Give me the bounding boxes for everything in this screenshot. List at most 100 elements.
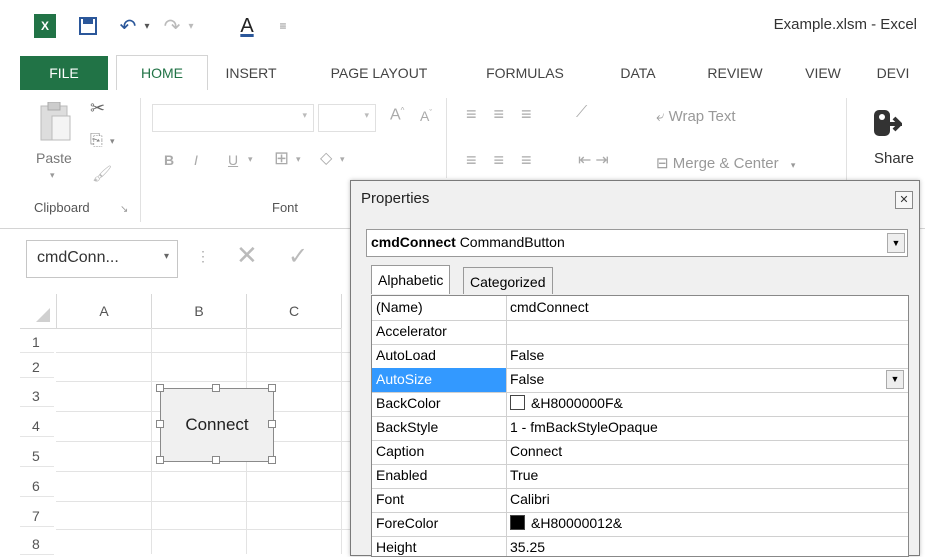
tab-page-layout[interactable]: PAGE LAYOUT [312, 56, 446, 90]
row-header-8[interactable]: 8 [20, 530, 54, 555]
property-row[interactable]: Caption Connect [372, 440, 908, 465]
share-icon[interactable] [872, 104, 905, 140]
underline-dropdown-icon[interactable]: ▾ [248, 154, 253, 165]
resize-handle[interactable] [156, 384, 164, 392]
shrink-font-icon[interactable]: Aˇ [420, 108, 432, 124]
cancel-entry-icon[interactable]: ✕ [236, 240, 258, 271]
name-box-dropdown-icon[interactable]: ▾ [164, 251, 169, 262]
connect-command-button[interactable]: Connect [160, 388, 274, 462]
wrap-text-button[interactable]: ⤶ Wrap Text [656, 108, 736, 125]
copy-dropdown-icon[interactable]: ▾ [110, 136, 115, 147]
property-row[interactable]: BackColor &H8000000F& [372, 392, 908, 417]
resize-handle[interactable] [268, 456, 276, 464]
property-value[interactable]: False [510, 347, 544, 363]
clipboard-group-label: Clipboard [34, 200, 90, 215]
name-box[interactable]: cmdConn... ▾ [26, 240, 178, 278]
tab-home[interactable]: HOME [116, 55, 208, 92]
format-painter-icon[interactable]: 🖌 [92, 164, 112, 184]
tab-developer[interactable]: DEVI [868, 56, 918, 90]
clipboard-launcher-icon[interactable]: ↘ [120, 204, 128, 215]
cut-icon[interactable]: ✂ [90, 98, 105, 119]
undo-icon[interactable]: ↶ [116, 14, 140, 38]
font-size-box[interactable]: ▾ [318, 104, 376, 132]
redo-dropdown-icon[interactable]: ▾ [184, 14, 198, 38]
save-icon[interactable] [76, 14, 100, 38]
borders-dropdown-icon[interactable]: ▾ [296, 154, 301, 165]
tab-insert[interactable]: INSERT [214, 56, 288, 90]
property-value[interactable]: cmdConnect [510, 299, 589, 315]
font-name-dropdown-icon[interactable]: ▾ [302, 110, 307, 121]
property-value[interactable]: &H8000000F& [510, 395, 623, 411]
orientation-icon[interactable]: ⟋ [576, 104, 587, 122]
title-bar: X ↶ ▾ ↷ ▾ A ≡ Example.xlsm - Excel [0, 0, 925, 56]
select-all-corner[interactable] [20, 294, 57, 329]
close-icon[interactable]: ✕ [895, 191, 913, 209]
row-header-3[interactable]: 3 [20, 382, 54, 407]
property-row[interactable]: Font Calibri [372, 488, 908, 513]
bold-button[interactable]: B [164, 152, 174, 168]
merge-center-dropdown-icon[interactable]: ▾ [791, 160, 796, 170]
tab-categorized[interactable]: Categorized [463, 267, 553, 294]
tab-alphabetic[interactable]: Alphabetic [371, 265, 451, 294]
tab-view[interactable]: VIEW [798, 56, 848, 90]
horizontal-align-icons[interactable]: ≡ ≡ ≡ [466, 150, 538, 171]
font-color-qat-icon[interactable]: A [236, 14, 258, 38]
resize-handle[interactable] [212, 384, 220, 392]
copy-icon[interactable]: ⎘ [90, 132, 103, 150]
property-row[interactable]: (Name) cmdConnect [372, 296, 908, 321]
row-header-2[interactable]: 2 [20, 353, 54, 378]
top-align-icons[interactable]: ≡ ≡ ≡ [466, 104, 538, 125]
property-row[interactable]: ForeColor &H80000012& [372, 512, 908, 537]
row-header-6[interactable]: 6 [20, 472, 54, 497]
column-header-b[interactable]: B [152, 294, 247, 329]
property-row[interactable]: AutoLoad False [372, 344, 908, 369]
merge-center-button[interactable]: ⊟ Merge & Center ▾ [656, 154, 795, 172]
object-selector[interactable]: cmdConnect CommandButton ▼ [366, 229, 908, 257]
property-row[interactable]: Enabled True [372, 464, 908, 489]
italic-button[interactable]: I [194, 152, 198, 168]
resize-handle[interactable] [156, 456, 164, 464]
property-value[interactable]: Calibri [510, 491, 550, 507]
resize-handle[interactable] [268, 420, 276, 428]
property-value[interactable]: Connect [510, 443, 562, 459]
property-value[interactable]: False [510, 371, 544, 387]
resize-handle[interactable] [268, 384, 276, 392]
fill-color-dropdown-icon[interactable]: ▾ [340, 154, 345, 165]
property-value[interactable]: 35.25 [510, 539, 545, 555]
row-header-7[interactable]: 7 [20, 502, 54, 527]
property-value[interactable]: 1 - fmBackStyleOpaque [510, 419, 658, 435]
row-header-5[interactable]: 5 [20, 442, 54, 467]
resize-handle[interactable] [156, 420, 164, 428]
customize-qat-icon[interactable]: ≡ [276, 14, 290, 38]
fill-color-icon[interactable]: ◇ [320, 148, 332, 168]
chevron-down-icon[interactable]: ▼ [887, 233, 905, 253]
share-label[interactable]: Share [874, 150, 914, 167]
resize-handle[interactable] [212, 456, 220, 464]
font-size-dropdown-icon[interactable]: ▾ [364, 110, 369, 121]
tab-file[interactable]: FILE [20, 56, 108, 90]
property-row-selected[interactable]: AutoSize False ▼ [372, 368, 908, 393]
enter-entry-icon[interactable]: ✓ [288, 242, 308, 271]
grow-font-icon[interactable]: A^ [390, 106, 404, 124]
indent-icons[interactable]: ⇤⇥ [578, 150, 613, 170]
tab-review[interactable]: REVIEW [694, 56, 776, 90]
borders-icon[interactable]: ⊞ [274, 148, 289, 169]
chevron-down-icon[interactable]: ▼ [886, 370, 904, 389]
column-header-a[interactable]: A [57, 294, 152, 329]
property-row[interactable]: BackStyle 1 - fmBackStyleOpaque [372, 416, 908, 441]
underline-button[interactable]: U [228, 152, 238, 168]
paste-icon[interactable] [38, 101, 74, 144]
redo-icon[interactable]: ↷ [160, 14, 184, 38]
tab-formulas[interactable]: FORMULAS [470, 56, 580, 90]
undo-dropdown-icon[interactable]: ▾ [140, 14, 154, 38]
column-header-c[interactable]: C [247, 294, 342, 329]
property-value[interactable]: True [510, 467, 538, 483]
row-header-4[interactable]: 4 [20, 412, 54, 437]
paste-label[interactable]: Paste [36, 150, 72, 166]
paste-dropdown-icon[interactable]: ▾ [50, 170, 55, 181]
row-header-1[interactable]: 1 [20, 328, 54, 353]
font-name-box[interactable]: ▾ [152, 104, 314, 132]
property-value[interactable]: &H80000012& [510, 515, 622, 531]
tab-data[interactable]: DATA [608, 56, 668, 90]
property-row[interactable]: Accelerator [372, 320, 908, 345]
